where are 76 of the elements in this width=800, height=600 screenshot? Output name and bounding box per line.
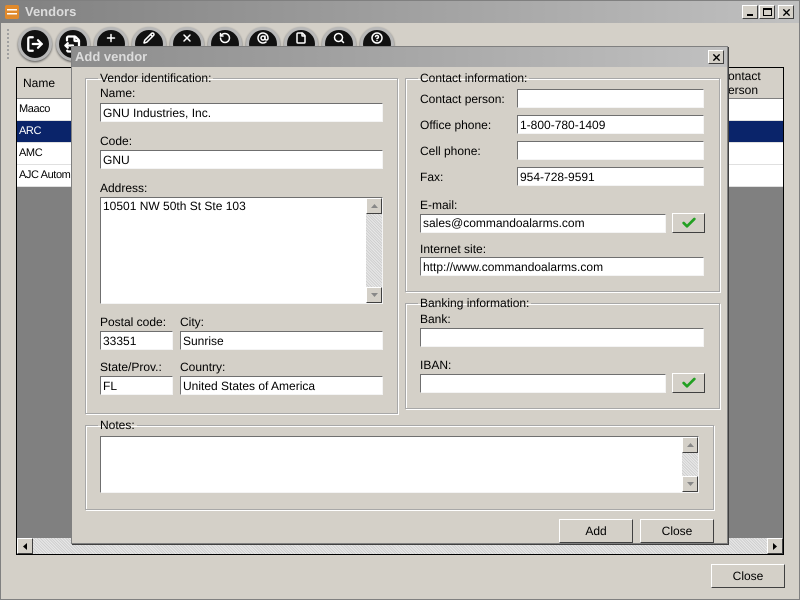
column-header: ontact erson bbox=[727, 68, 762, 98]
window-title: Vendors bbox=[25, 3, 76, 22]
pencil-icon bbox=[143, 32, 155, 44]
field-label: Internet site: bbox=[420, 242, 488, 256]
close-button[interactable] bbox=[778, 5, 794, 19]
scrollbar[interactable] bbox=[682, 437, 698, 492]
field-label: Office phone: bbox=[420, 118, 492, 132]
minimize-button[interactable] bbox=[742, 5, 758, 19]
logout-icon bbox=[26, 35, 44, 53]
validate-button[interactable] bbox=[672, 373, 705, 393]
column-header: Name bbox=[22, 75, 56, 92]
text-field[interactable]: GNU bbox=[100, 150, 383, 169]
field-label: Name: bbox=[100, 86, 136, 100]
down-arrow-icon bbox=[686, 482, 694, 486]
field-label: E-mail: bbox=[420, 198, 458, 212]
close-icon bbox=[710, 52, 722, 62]
maximize-button[interactable] bbox=[759, 5, 775, 19]
field-label: Postal code: bbox=[100, 315, 168, 329]
close-button[interactable] bbox=[708, 50, 724, 64]
field-label: Country: bbox=[180, 360, 226, 374]
text-field[interactable]: Sunrise bbox=[180, 331, 383, 350]
table-cell-text: ARC bbox=[18, 124, 42, 140]
app-icon bbox=[5, 5, 19, 19]
at-sign-icon bbox=[257, 32, 269, 44]
field-label: Fax: bbox=[420, 170, 444, 184]
file-arrow-icon bbox=[64, 35, 82, 53]
maximize-icon bbox=[762, 8, 772, 16]
text-field[interactable]: FL bbox=[100, 376, 173, 395]
table-cell-text: AMC bbox=[18, 146, 44, 162]
notes-field[interactable] bbox=[100, 436, 699, 493]
group-title: Notes: bbox=[99, 418, 136, 432]
table-cell-text: Maaco bbox=[18, 102, 52, 118]
table-cell-text: AJC Autom bbox=[18, 168, 72, 184]
dialog-title: Add vendor bbox=[75, 48, 148, 66]
field-label: Cell phone: bbox=[420, 144, 482, 158]
text-field[interactable]: sales@commandoalarms.com bbox=[420, 214, 666, 232]
address-field[interactable]: 10501 NW 50th St Ste 103 bbox=[100, 197, 383, 304]
close-button[interactable]: Close bbox=[711, 564, 785, 588]
field-label: Bank: bbox=[420, 312, 452, 326]
search-icon bbox=[333, 32, 345, 44]
document-icon bbox=[295, 32, 307, 44]
validate-button[interactable] bbox=[672, 213, 705, 233]
down-arrow-icon bbox=[370, 293, 378, 297]
field-label: Address: bbox=[100, 181, 148, 195]
dialog-button[interactable]: Close bbox=[640, 519, 714, 543]
text-field[interactable] bbox=[420, 374, 666, 392]
text-field[interactable]: 33351 bbox=[100, 331, 173, 350]
cross-icon bbox=[181, 32, 193, 44]
scrollbar[interactable] bbox=[366, 198, 382, 303]
field-label: City: bbox=[180, 315, 205, 329]
group-title: Banking information: bbox=[419, 296, 530, 310]
text-field[interactable]: 1-800-780-1409 bbox=[517, 115, 704, 134]
help-icon bbox=[371, 32, 383, 44]
text-field[interactable]: United States of America bbox=[180, 376, 383, 395]
text-field[interactable] bbox=[517, 141, 704, 160]
dialog-button[interactable]: Add bbox=[559, 519, 633, 543]
field-label: State/Prov.: bbox=[100, 360, 163, 374]
text-field[interactable] bbox=[517, 89, 704, 108]
left-arrow-icon bbox=[23, 542, 27, 550]
field-label: IBAN: bbox=[420, 358, 452, 372]
minimize-icon bbox=[747, 14, 753, 16]
field-label: Contact person: bbox=[420, 92, 506, 106]
group-title: Vendor identification: bbox=[99, 71, 212, 85]
refresh-icon bbox=[219, 32, 231, 44]
text-field[interactable]: http://www.commandoalarms.com bbox=[420, 257, 704, 276]
text-field[interactable] bbox=[420, 328, 704, 347]
right-arrow-icon bbox=[773, 542, 777, 550]
close-icon bbox=[780, 6, 792, 18]
toolbar-button[interactable] bbox=[18, 27, 52, 61]
group-title: Contact information: bbox=[419, 71, 528, 85]
plus-icon bbox=[105, 32, 117, 44]
field-label: Code: bbox=[100, 134, 134, 148]
text-field[interactable]: GNU Industries, Inc. bbox=[100, 103, 383, 122]
text-field[interactable]: 954-728-9591 bbox=[517, 167, 704, 186]
up-arrow-icon bbox=[370, 204, 378, 208]
up-arrow-icon bbox=[686, 443, 694, 447]
